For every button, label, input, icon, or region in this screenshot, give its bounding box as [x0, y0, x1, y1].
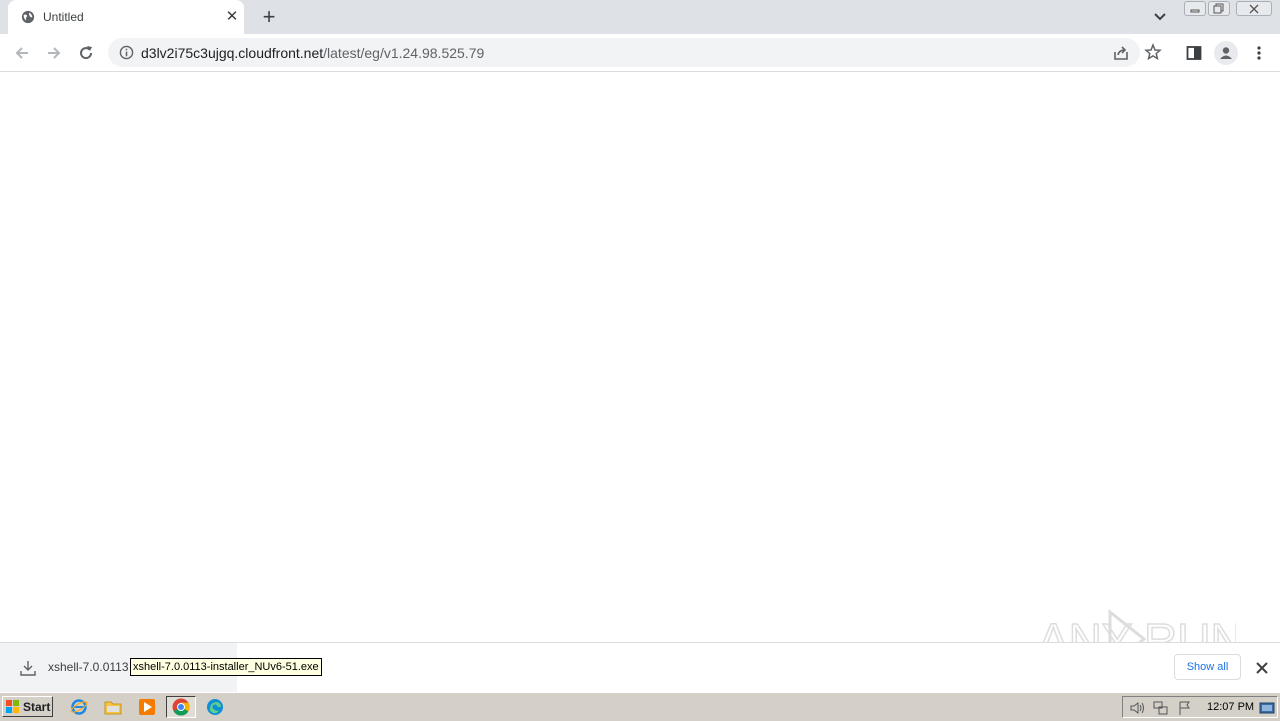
clock[interactable]: 12:07 PM [1207, 701, 1254, 713]
media-player-icon [139, 699, 155, 715]
system-tray: 12:07 PM [1122, 696, 1278, 718]
side-panel-button[interactable] [1183, 42, 1205, 64]
arrow-left-icon [15, 47, 28, 59]
share-icon[interactable] [1112, 44, 1130, 62]
url-host: d3lv2i75c3ujgq.cloudfront.net [141, 45, 324, 61]
start-button[interactable]: Start [2, 696, 53, 717]
taskbar-edge[interactable] [204, 697, 226, 717]
network-icon[interactable] [1153, 700, 1169, 716]
taskbar-ie[interactable] [68, 697, 90, 717]
avatar-icon [1220, 47, 1232, 59]
globe-icon [21, 10, 35, 24]
show-desktop-icon[interactable] [1259, 700, 1275, 716]
tab-title: Untitled [43, 10, 84, 24]
address-bar[interactable]: d3lv2i75c3ujgq.cloudfront.net/latest/eg/… [108, 38, 1162, 67]
restore-button[interactable] [1208, 1, 1230, 16]
close-window-button[interactable] [1236, 1, 1272, 16]
tab-close-icon[interactable]: ✕ [224, 8, 240, 25]
start-label: Start [23, 699, 51, 714]
profile-button[interactable] [1214, 41, 1238, 65]
folder-icon [104, 701, 122, 715]
forward-button[interactable] [43, 42, 65, 64]
back-button[interactable] [11, 42, 33, 64]
taskbar-media-player[interactable] [136, 697, 158, 717]
edge-icon [207, 699, 223, 715]
taskbar-chrome[interactable] [166, 696, 196, 718]
taskbar-explorer[interactable] [102, 697, 124, 717]
close-icon [1249, 4, 1259, 13]
tab-strip: Untitled ✕ + [0, 0, 1280, 34]
toolbar: d3lv2i75c3ujgq.cloudfront.net/latest/eg/… [0, 34, 1280, 72]
reload-button[interactable] [75, 42, 97, 64]
taskbar: Start 12:07 PM [0, 692, 1280, 721]
new-tab-icon[interactable]: + [258, 6, 280, 28]
bookmark-star-icon[interactable] [1144, 43, 1162, 61]
tab-untitled[interactable]: Untitled ✕ [8, 0, 244, 34]
chrome-icon [172, 698, 190, 716]
page-content [0, 72, 1280, 642]
download-tooltip: xshell-7.0.0113-installer_NUv6-51.exe [130, 658, 322, 676]
arrow-right-icon [48, 47, 61, 59]
restore-icon [1213, 3, 1224, 14]
close-icon[interactable] [1253, 659, 1271, 677]
flag-icon[interactable] [1177, 700, 1193, 716]
minimize-button[interactable] [1184, 1, 1206, 16]
reload-icon [80, 46, 93, 60]
side-panel-icon [1186, 46, 1202, 60]
info-icon[interactable] [119, 45, 134, 60]
url-text: d3lv2i75c3ujgq.cloudfront.net/latest/eg/… [141, 45, 484, 61]
chevron-down-icon[interactable] [1150, 8, 1170, 26]
download-shelf: xshell-7.0.0113 xshell-7.0.0113-installe… [0, 642, 1280, 693]
windows-logo-icon [6, 699, 19, 713]
show-all-button[interactable]: Show all [1174, 654, 1241, 680]
minimize-icon [1190, 9, 1200, 12]
download-filename: xshell-7.0.0113 [48, 660, 129, 674]
menu-button[interactable] [1248, 42, 1270, 64]
volume-icon[interactable] [1129, 700, 1145, 716]
download-icon [20, 661, 36, 676]
kebab-menu-icon [1257, 46, 1261, 60]
ie-icon [70, 699, 88, 715]
url-path: /latest/eg/v1.24.98.525.79 [323, 45, 485, 61]
